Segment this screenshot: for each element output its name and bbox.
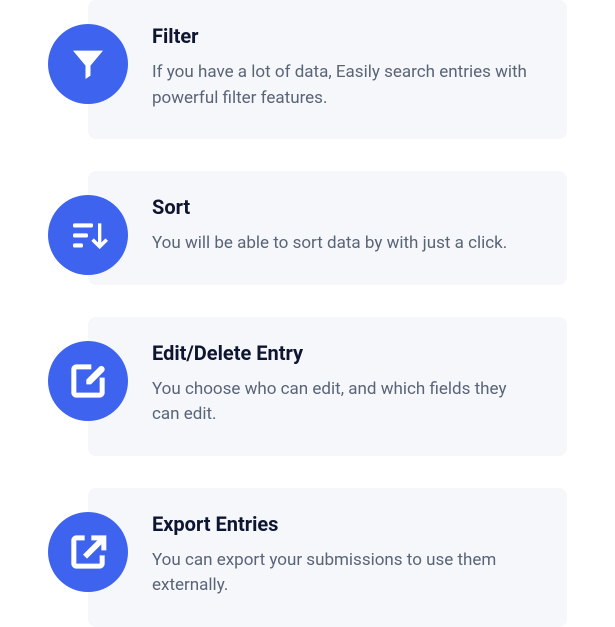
feature-desc: You will be able to sort data by with ju… <box>152 231 535 257</box>
filter-icon <box>48 24 128 104</box>
feature-desc: You can export your submissions to use t… <box>152 548 535 599</box>
feature-card-export: Export Entries You can export your submi… <box>88 488 567 627</box>
feature-list: Filter If you have a lot of data, Easily… <box>0 0 615 627</box>
feature-card-edit: Edit/Delete Entry You choose who can edi… <box>88 317 567 456</box>
feature-title: Edit/Delete Entry <box>152 341 535 365</box>
feature-card-sort: Sort You will be able to sort data by wi… <box>88 171 567 285</box>
feature-title: Sort <box>152 195 535 219</box>
feature-title: Export Entries <box>152 512 535 536</box>
sort-icon <box>48 195 128 275</box>
feature-desc: You choose who can edit, and which field… <box>152 377 535 428</box>
feature-desc: If you have a lot of data, Easily search… <box>152 60 535 111</box>
edit-icon <box>48 341 128 421</box>
export-icon <box>48 512 128 592</box>
feature-title: Filter <box>152 24 535 48</box>
feature-card-filter: Filter If you have a lot of data, Easily… <box>88 0 567 139</box>
